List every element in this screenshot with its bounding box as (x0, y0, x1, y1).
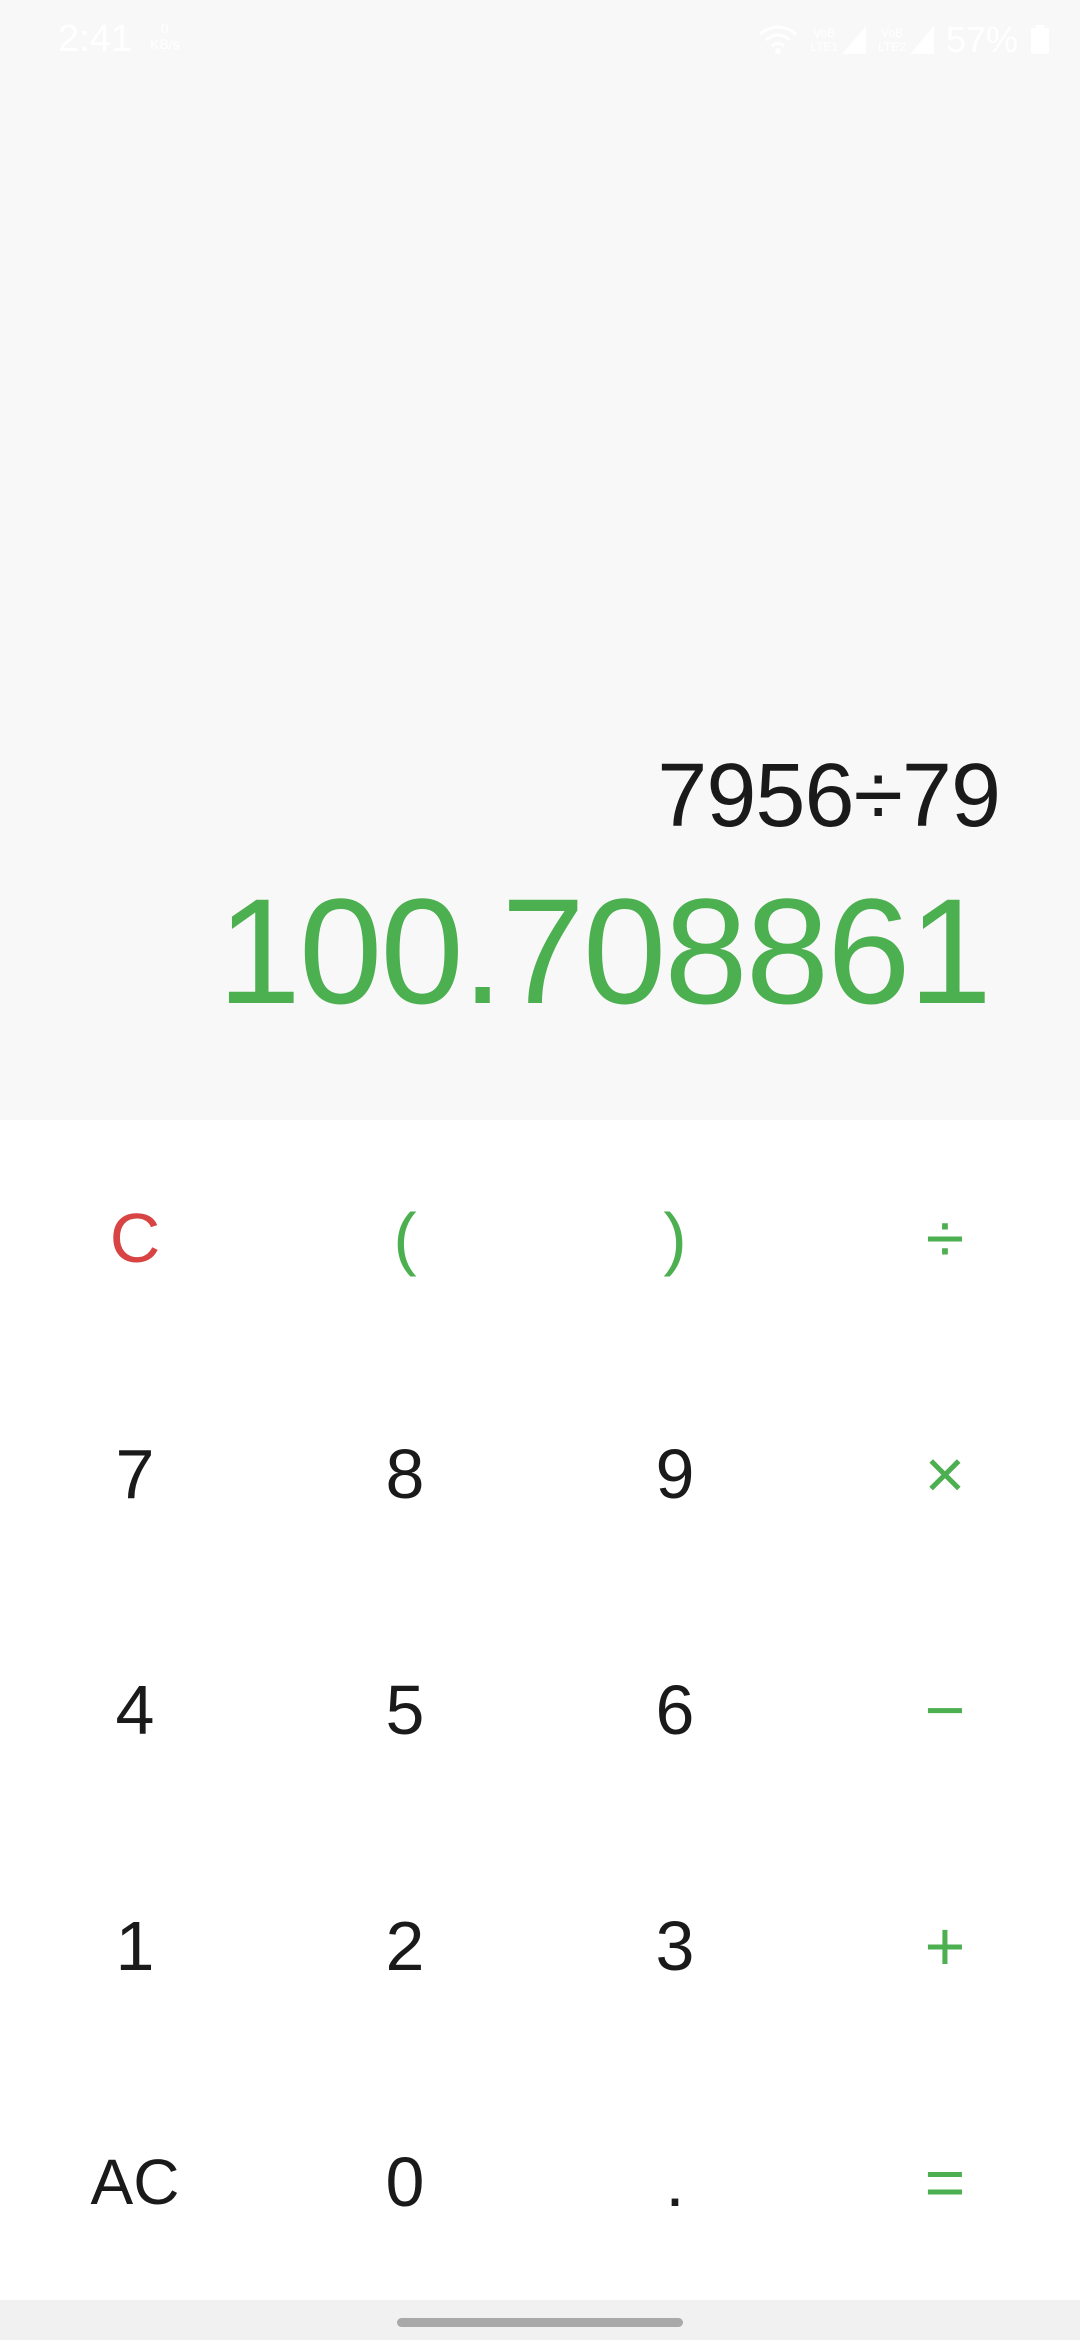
digit-6-button[interactable]: 6 (540, 1592, 810, 1828)
sim2-label-top: VoB (881, 26, 904, 40)
battery-percent: 57% (945, 19, 1018, 60)
digit-8-button[interactable]: 8 (270, 1356, 540, 1592)
digit-2-button[interactable]: 2 (270, 1828, 540, 2064)
sim1-label-top: VoB (813, 26, 836, 40)
status-bar: 2:41 0 KB/s VoB LTE1 VoB LTE2 57% (0, 0, 1080, 80)
decimal-point-button[interactable]: . (540, 2064, 810, 2300)
data-speed-indicator: 0 KB/s (150, 20, 180, 52)
data-speed-unit: KB/s (150, 36, 180, 52)
battery-icon (1030, 25, 1050, 55)
signal-icon (842, 26, 867, 54)
add-button[interactable]: + (810, 1828, 1080, 2064)
data-speed-value: 0 (160, 20, 169, 36)
all-clear-button[interactable]: AC (0, 2064, 270, 2300)
digit-9-button[interactable]: 9 (540, 1356, 810, 1592)
subtract-button[interactable]: − (810, 1592, 1080, 1828)
sim2-signal: VoB LTE2 (878, 26, 934, 54)
digit-7-button[interactable]: 7 (0, 1356, 270, 1592)
signal-icon (909, 26, 934, 54)
divide-button[interactable]: ÷ (810, 1120, 1080, 1356)
keypad: C ( ) ÷ 7 8 9 × 4 5 6 − 1 2 3 + AC 0 . = (0, 1120, 1080, 2300)
calculator-screen: 7956÷79 100.708861 2:41 0 KB/s VoB LTE1 (0, 0, 1080, 2340)
display-area: 7956÷79 100.708861 (0, 0, 1080, 1120)
open-paren-button[interactable]: ( (270, 1120, 540, 1356)
sim2-label-bottom: LTE2 (878, 40, 906, 54)
clear-button[interactable]: C (0, 1120, 270, 1356)
status-time: 2:41 (58, 18, 132, 60)
home-indicator[interactable] (397, 2318, 683, 2327)
digit-3-button[interactable]: 3 (540, 1828, 810, 2064)
sim1-label-bottom: LTE1 (810, 40, 839, 54)
digit-0-button[interactable]: 0 (270, 2064, 540, 2300)
sim1-signal: VoB LTE1 (810, 26, 867, 54)
expression-display[interactable]: 7956÷79 (657, 745, 1001, 848)
equals-button[interactable]: = (810, 2064, 1080, 2300)
multiply-button[interactable]: × (810, 1356, 1080, 1592)
status-icons: VoB LTE1 VoB LTE2 57% (758, 18, 1050, 62)
navigation-bar (0, 2300, 1080, 2340)
wifi-icon (758, 24, 798, 56)
digit-5-button[interactable]: 5 (270, 1592, 540, 1828)
close-paren-button[interactable]: ) (540, 1120, 810, 1356)
digit-4-button[interactable]: 4 (0, 1592, 270, 1828)
result-display: 100.708861 (217, 867, 992, 1035)
digit-1-button[interactable]: 1 (0, 1828, 270, 2064)
